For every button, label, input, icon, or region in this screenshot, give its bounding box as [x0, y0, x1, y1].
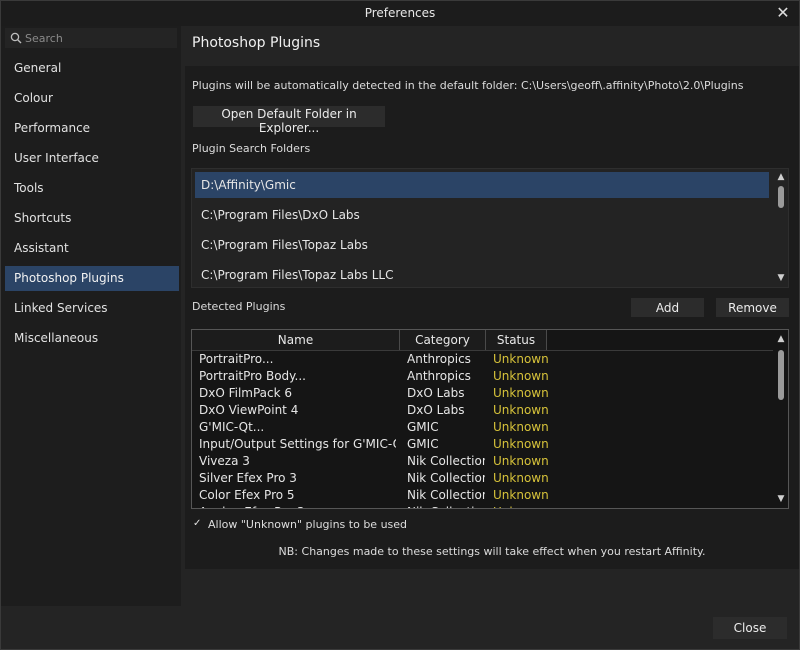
search-box[interactable]	[5, 28, 177, 48]
table-row[interactable]: DxO FilmPack 6 DxO Labs Unknown	[192, 385, 773, 402]
sidebar-item-assistant[interactable]: Assistant	[5, 236, 179, 261]
sidebar-item-linked-services[interactable]: Linked Services	[5, 296, 179, 321]
add-button[interactable]: Add	[631, 298, 704, 317]
close-button[interactable]: Close	[713, 617, 787, 639]
plugin-category-cell: DxO Labs	[407, 386, 465, 400]
plugin-name-cell: G'MIC-Qt...	[199, 420, 265, 434]
folders-scrollbar[interactable]: ▲ ▼	[777, 169, 785, 287]
plugin-status-cell: Unknown	[493, 403, 549, 417]
title-bar: Preferences ✕	[1, 1, 799, 26]
plugin-name-cell: Analog Efex Pro 3	[199, 504, 396, 508]
open-default-folder-button[interactable]: Open Default Folder in Explorer...	[193, 106, 385, 135]
plugin-category-cell: Anthropics	[407, 352, 471, 366]
scroll-thumb[interactable]	[778, 186, 784, 208]
plugin-category-cell: Nik Collection	[407, 504, 485, 508]
plugins-scrollbar[interactable]: ▲ ▼	[777, 330, 785, 508]
plugin-status-cell: Unknown	[493, 352, 549, 366]
plugin-name-cell: Viveza 3	[199, 454, 250, 468]
plugin-status-cell: Unknown	[493, 437, 549, 451]
close-icon[interactable]: ✕	[773, 3, 793, 23]
sidebar-item-general[interactable]: General	[5, 56, 179, 81]
folder-row[interactable]: C:\Program Files\DxO Labs	[195, 202, 769, 228]
scroll-down-icon[interactable]: ▼	[776, 494, 786, 504]
plugin-status-cell: Unknown	[493, 471, 549, 485]
folder-row[interactable]: C:\Program Files\Topaz Labs LLC	[195, 262, 769, 287]
table-row[interactable]: Color Efex Pro 5 Nik Collection Unknown	[192, 487, 773, 504]
plugin-category-cell: Anthropics	[407, 369, 471, 383]
plugin-name-cell: Input/Output Settings for G'MIC-Qt...	[199, 437, 396, 451]
table-row[interactable]: PortraitPro Body... Anthropics Unknown	[192, 368, 773, 385]
plugin-name-cell: Silver Efex Pro 3	[199, 471, 297, 485]
sidebar-item-shortcuts[interactable]: Shortcuts	[5, 206, 179, 231]
folder-row[interactable]: D:\Affinity\Gmic	[195, 172, 769, 198]
preferences-window: Preferences ✕ General Colour Performance Us…	[0, 0, 800, 650]
table-row[interactable]: G'MIC-Qt... GMIC Unknown	[192, 419, 773, 436]
detected-plugins-label: Detected Plugins	[192, 300, 286, 313]
plugin-status-cell: Unknown	[493, 504, 553, 508]
plugin-status-cell: Unknown	[493, 369, 549, 383]
plugin-name-cell: DxO ViewPoint 4	[199, 403, 299, 417]
table-row[interactable]: Analog Efex Pro 3 Nik Collection Unknown	[192, 504, 773, 508]
scroll-thumb[interactable]	[778, 350, 784, 400]
plugin-category-cell: Nik Collection	[407, 488, 485, 502]
page-title: Photoshop Plugins	[192, 35, 321, 51]
sidebar: General Colour Performance User Interface To…	[1, 26, 181, 606]
sidebar-item-tools[interactable]: Tools	[5, 176, 179, 201]
scroll-up-icon[interactable]: ▲	[776, 334, 786, 344]
plugin-status-cell: Unknown	[493, 386, 549, 400]
remove-button[interactable]: Remove	[716, 298, 789, 317]
folder-row[interactable]: C:\Program Files\Topaz Labs	[195, 232, 769, 258]
sidebar-item-user-interface[interactable]: User Interface	[5, 146, 179, 171]
sidebar-item-photoshop-plugins[interactable]: Photoshop Plugins	[5, 266, 179, 291]
sidebar-item-miscellaneous[interactable]: Miscellaneous	[5, 326, 179, 351]
search-folders-label: Plugin Search Folders	[192, 142, 311, 155]
plugin-category-cell: GMIC	[407, 437, 439, 451]
plugin-name-cell: Color Efex Pro 5	[199, 488, 295, 502]
plugin-status-cell: Unknown	[493, 488, 549, 502]
plugin-status-cell: Unknown	[493, 420, 549, 434]
column-divider	[546, 330, 547, 350]
plugin-name-cell: PortraitPro...	[199, 352, 274, 366]
sidebar-item-colour[interactable]: Colour	[5, 86, 179, 111]
window-title: Preferences	[364, 6, 436, 20]
table-row[interactable]: DxO ViewPoint 4 DxO Labs Unknown	[192, 402, 773, 419]
plugin-category-cell: DxO Labs	[407, 403, 465, 417]
default-folder-text: Plugins will be automatically detected i…	[192, 79, 744, 92]
scroll-down-icon[interactable]: ▼	[776, 273, 786, 283]
column-header-status[interactable]: Status	[486, 330, 546, 350]
table-row[interactable]: Input/Output Settings for G'MIC-Qt... GMI…	[192, 436, 773, 453]
plugin-status-cell: Unknown	[493, 454, 549, 468]
plugin-category-cell: GMIC	[407, 420, 439, 434]
scroll-up-icon[interactable]: ▲	[776, 172, 786, 182]
column-header-category[interactable]: Category	[400, 330, 485, 350]
plugin-category-cell: Nik Collection	[407, 471, 485, 485]
table-row[interactable]: Viveza 3 Nik Collection Unknown	[192, 453, 773, 470]
column-header-name[interactable]: Name	[192, 330, 399, 350]
plugin-name-cell: DxO FilmPack 6	[199, 386, 293, 400]
detected-plugins-table[interactable]: Name Category Status PortraitPro... Anthr…	[191, 329, 789, 509]
search-icon	[10, 32, 22, 44]
table-row[interactable]: PortraitPro... Anthropics Unknown	[192, 351, 773, 368]
restart-note: NB: Changes made to these settings will …	[278, 545, 706, 558]
search-input[interactable]	[25, 29, 173, 47]
sidebar-item-performance[interactable]: Performance	[5, 116, 179, 141]
footer: Close	[1, 606, 799, 649]
table-row[interactable]: Silver Efex Pro 3 Nik Collection Unknown	[192, 470, 773, 487]
search-folders-list[interactable]: D:\Affinity\Gmic C:\Program Files\DxO La…	[191, 168, 789, 288]
plugin-name-cell: PortraitPro Body...	[199, 369, 306, 383]
checkmark-icon[interactable]: ✓	[193, 518, 204, 529]
plugin-category-cell: Nik Collection	[407, 454, 485, 468]
allow-unknown-label: Allow "Unknown" plugins to be used	[208, 518, 408, 531]
